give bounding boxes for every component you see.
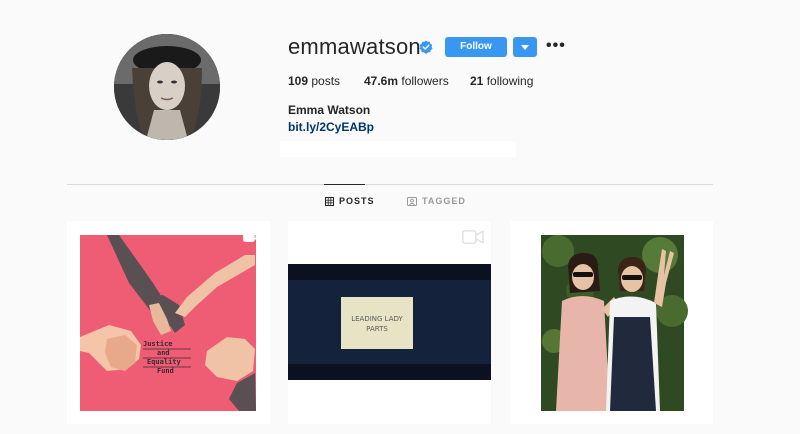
followers-count: 47.6m <box>364 74 399 88</box>
posts-count: 109 <box>288 74 309 88</box>
tab-tagged-label: TAGGED <box>422 196 466 206</box>
following-stat[interactable]: 21 following <box>470 74 533 88</box>
follow-button[interactable]: Follow <box>445 37 507 57</box>
profile-username: emmawatson <box>288 34 421 59</box>
tab-posts[interactable]: POSTS <box>324 184 375 206</box>
bio-link[interactable]: bit.ly/2CyEABp <box>288 120 374 134</box>
post-thumbnail[interactable]: LEADING LADY PARTS <box>288 221 491 424</box>
two-women-photo-image <box>510 221 713 424</box>
followers-label: followers <box>401 74 449 88</box>
suggestions-dropdown-button[interactable] <box>513 37 537 57</box>
carousel-icon <box>243 228 257 242</box>
following-count: 21 <box>470 74 484 88</box>
carousel-icon <box>686 228 700 242</box>
poster-text-fund: Fund <box>157 367 174 375</box>
video-title-line2: PARTS <box>366 325 388 333</box>
video-title-line1: LEADING LADY <box>351 315 403 323</box>
posts-label: posts <box>311 74 341 88</box>
tabs-divider <box>67 184 713 185</box>
tagged-icon <box>407 196 417 206</box>
verified-badge-icon <box>419 40 433 54</box>
tab-tagged[interactable]: TAGGED <box>407 196 466 206</box>
grid-icon <box>325 196 334 206</box>
bio-blank-area <box>280 141 516 157</box>
justice-poster-image: Justice and Equality Fund <box>67 221 270 424</box>
profile-avatar[interactable] <box>114 34 220 140</box>
post-thumbnail[interactable]: Justice and Equality Fund <box>67 221 270 424</box>
posts-stat: 109 posts <box>288 74 340 88</box>
leading-lady-parts-video-image: LEADING LADY PARTS <box>288 221 491 424</box>
profile-full-name: Emma Watson <box>288 103 371 117</box>
post-thumbnail[interactable] <box>510 221 713 424</box>
caret-down-icon <box>521 45 529 50</box>
more-options-button[interactable]: ••• <box>546 38 566 54</box>
followers-stat[interactable]: 47.6m followers <box>364 74 449 88</box>
tab-posts-label: POSTS <box>339 196 375 206</box>
poster-text-and: and <box>157 349 170 357</box>
video-camera-icon <box>462 230 484 244</box>
poster-text-equality: Equality <box>147 358 182 366</box>
poster-text-justice: Justice <box>143 340 173 348</box>
following-label: following <box>486 74 534 88</box>
